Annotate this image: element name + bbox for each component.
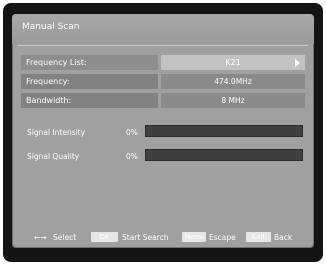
manual-scan-dialog: Manual Scan Frequency List: K21 Frequenc… [12, 14, 314, 248]
bandwidth-row[interactable]: Bandwidth: 8 MHz [21, 93, 305, 108]
bandwidth-value[interactable]: 8 MHz [161, 93, 305, 108]
frequency-list-value[interactable]: K21 [161, 55, 305, 70]
exit-key[interactable]: Exit [246, 232, 271, 242]
dialog-title: Manual Scan [22, 22, 80, 32]
start-search-hint: Start Search [122, 233, 169, 242]
title-bar: Manual Scan [12, 14, 314, 44]
frequency-value[interactable]: 474.0MHz [161, 74, 305, 89]
escape-hint: Escape [209, 233, 236, 242]
select-hint: Select [53, 233, 77, 242]
ok-key[interactable]: OK [91, 232, 118, 242]
frequency-list-value-text: K21 [225, 58, 241, 67]
signal-quality-label: Signal Quality [27, 152, 80, 161]
frequency-list-row[interactable]: Frequency List: K21 [21, 55, 305, 70]
title-divider [18, 45, 308, 46]
signal-quality-bar [145, 149, 303, 161]
help-bar: ←→ Select OK Start Search Menu Escape Ex… [12, 228, 314, 248]
bandwidth-label: Bandwidth: [21, 93, 158, 108]
signal-quality-percent: 0% [126, 152, 138, 161]
signal-intensity-bar [145, 125, 303, 137]
frequency-row[interactable]: Frequency: 474.0MHz [21, 74, 305, 89]
signal-intensity-percent: 0% [126, 128, 138, 137]
frequency-list-label: Frequency List: [21, 55, 158, 70]
frequency-label: Frequency: [21, 74, 158, 89]
menu-key[interactable]: Menu [182, 232, 206, 242]
signal-intensity-label: Signal Intensity [27, 128, 86, 137]
back-hint: Back [274, 233, 293, 242]
arrow-right-icon[interactable] [295, 59, 300, 67]
left-right-arrows-icon: ←→ [34, 233, 47, 242]
